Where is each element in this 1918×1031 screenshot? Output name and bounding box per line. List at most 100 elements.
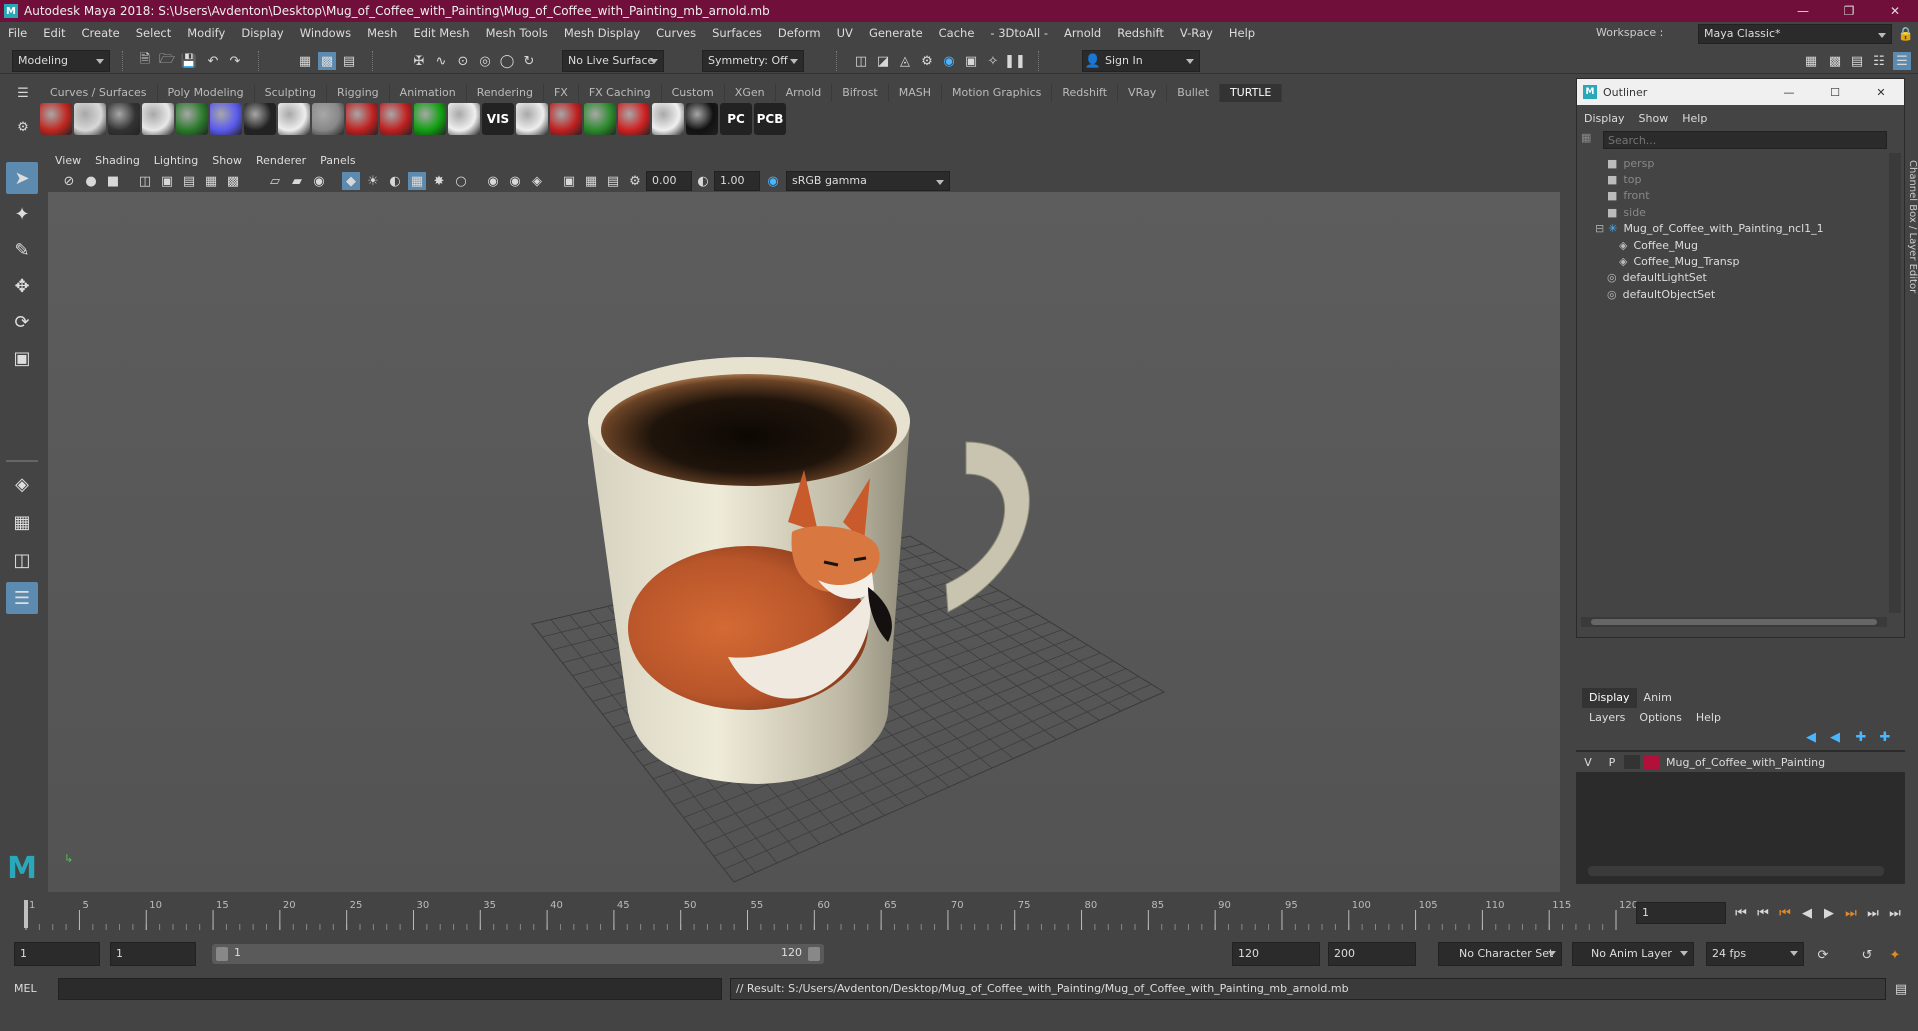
hypershade-icon[interactable]: ◉ xyxy=(940,52,958,70)
shelf-tab-vray[interactable]: VRay xyxy=(1118,84,1168,102)
shelf-tool-icon[interactable] xyxy=(278,103,310,135)
menu-cache[interactable]: Cache xyxy=(931,26,983,40)
shelf-menu-icon[interactable]: ☰ xyxy=(14,84,32,102)
layer-tab-anim[interactable]: Anim xyxy=(1637,688,1679,708)
grid-toggle-icon[interactable]: ▦ xyxy=(202,172,220,190)
hud-icon[interactable]: ▣ xyxy=(560,172,578,190)
camera-select-icon[interactable]: ⊘ xyxy=(60,172,78,190)
step-back-key-icon[interactable]: ⏮ xyxy=(1776,904,1794,922)
shelf-tab-curves-surfaces[interactable]: Curves / Surfaces xyxy=(40,84,158,102)
ipr-render-icon[interactable]: ◬ xyxy=(896,52,914,70)
shelf-tool-icon[interactable] xyxy=(584,103,616,135)
range-start-handle[interactable] xyxy=(216,947,228,961)
shelf-tab-bifrost[interactable]: Bifrost xyxy=(832,84,889,102)
play-forwards-icon[interactable]: ▶ xyxy=(1820,904,1838,922)
outliner-layout-icon[interactable]: ☰ xyxy=(6,582,38,614)
go-to-end-icon[interactable]: ⏭ xyxy=(1886,904,1904,922)
menu-edit[interactable]: Edit xyxy=(35,26,73,40)
move-tool-icon[interactable]: ✥ xyxy=(6,270,38,302)
shelf-tool-icon[interactable] xyxy=(686,103,718,135)
scale-tool-icon[interactable]: ▣ xyxy=(6,342,38,374)
exposure-icon[interactable]: ⚙ xyxy=(626,172,644,190)
xray-active-icon[interactable]: ◈ xyxy=(528,172,546,190)
layer-display-type[interactable] xyxy=(1624,755,1640,769)
viewport-menu-view[interactable]: View xyxy=(48,151,88,171)
shelf-tool-icon[interactable] xyxy=(74,103,106,135)
shelf-tab-bullet[interactable]: Bullet xyxy=(1167,84,1220,102)
fit-view-icon[interactable]: ▦ xyxy=(582,172,600,190)
use-lights-icon[interactable]: ☀ xyxy=(364,172,382,190)
new-scene-icon[interactable]: 🗎 xyxy=(136,52,154,70)
gamma-icon[interactable]: ◐ xyxy=(694,172,712,190)
outliner-search-input[interactable] xyxy=(1603,131,1887,149)
viewport-menu-lighting[interactable]: Lighting xyxy=(147,151,205,171)
anim-layer-dropdown[interactable]: No Anim Layer xyxy=(1572,942,1694,966)
frame-selected-icon[interactable]: ▤ xyxy=(604,172,622,190)
snap-curve-icon[interactable]: ∿ xyxy=(432,52,450,70)
channel-box-icon[interactable]: ☷ xyxy=(1870,52,1888,70)
menu-file[interactable]: File xyxy=(0,26,35,40)
motion-blur-icon[interactable]: ○ xyxy=(452,172,470,190)
fps-dropdown[interactable]: 24 fps xyxy=(1706,942,1804,966)
shelf-tool-icon[interactable] xyxy=(448,103,480,135)
menu-mesh-tools[interactable]: Mesh Tools xyxy=(478,26,556,40)
shelf-tool-icon[interactable]: PCB xyxy=(754,103,786,135)
layer-visibility-toggle[interactable]: V xyxy=(1576,756,1600,769)
lock-icon[interactable]: 🔒 xyxy=(1897,25,1915,43)
new-layer-selected-icon[interactable]: ✚ xyxy=(1876,728,1894,746)
color-space-dropdown[interactable]: sRGB gamma xyxy=(786,171,950,191)
menu-edit-mesh[interactable]: Edit Mesh xyxy=(405,26,477,40)
select-tool-icon[interactable]: ➤ xyxy=(6,162,38,194)
symmetry-field[interactable]: Symmetry: Off xyxy=(702,50,804,72)
render-view-icon[interactable]: ◫ xyxy=(852,52,870,70)
outliner-menu-display[interactable]: Display xyxy=(1577,109,1632,127)
shelf-tool-icon[interactable] xyxy=(312,103,344,135)
command-input[interactable] xyxy=(58,978,722,1000)
layer-playback-toggle[interactable]: P xyxy=(1600,756,1624,769)
viewport-menu-renderer[interactable]: Renderer xyxy=(249,151,313,171)
menu-help[interactable]: Help xyxy=(1221,26,1263,40)
xray-joints-icon[interactable]: ◉ xyxy=(506,172,524,190)
snap-grid-icon[interactable]: ✠ xyxy=(410,52,428,70)
auto-key-icon[interactable]: ↺ xyxy=(1858,946,1876,964)
outliner-menu-help[interactable]: Help xyxy=(1675,109,1714,127)
image-plane-icon[interactable]: ◫ xyxy=(136,172,154,190)
menu-arnold[interactable]: Arnold xyxy=(1056,26,1109,40)
attribute-editor-icon[interactable]: ▩ xyxy=(1826,52,1844,70)
shelf-tab-mash[interactable]: MASH xyxy=(889,84,943,102)
viewport-menu-shading[interactable]: Shading xyxy=(88,151,147,171)
ambient-occlusion-icon[interactable]: ✸ xyxy=(430,172,448,190)
current-frame-field[interactable]: 1 xyxy=(1636,902,1726,924)
shelf-tab-rigging[interactable]: Rigging xyxy=(327,84,390,102)
gamma-field[interactable]: 1.00 xyxy=(714,171,760,191)
script-editor-icon[interactable]: ▤ xyxy=(1892,980,1910,998)
rotate-tool-icon[interactable]: ⟳ xyxy=(6,306,38,338)
coffee-mug-model[interactable] xyxy=(588,357,1030,784)
playblast-icon[interactable]: ✧ xyxy=(984,52,1002,70)
move-layer-down-icon[interactable]: ◀ xyxy=(1826,728,1844,746)
time-slider[interactable]: 1 5 10 15 20 25 30 35 40 45 50 55 60 65 70 75 80 85 90 95 10… xyxy=(0,896,1918,932)
character-set-dropdown[interactable]: No Character Set xyxy=(1438,942,1562,966)
shelf-tab-custom[interactable]: Custom xyxy=(662,84,725,102)
shelf-tool-icon[interactable] xyxy=(346,103,378,135)
menu-create[interactable]: Create xyxy=(74,26,128,40)
shelf-tool-icon[interactable] xyxy=(40,103,72,135)
outliner-horizontal-scrollbar[interactable] xyxy=(1581,617,1887,627)
menu-select[interactable]: Select xyxy=(128,26,179,40)
menu-generate[interactable]: Generate xyxy=(861,26,931,40)
minimize-icon[interactable]: — xyxy=(1780,0,1826,22)
viewport-menu-show[interactable]: Show xyxy=(205,151,249,171)
lasso-tool-icon[interactable]: ✦ xyxy=(6,198,38,230)
shelf-tool-icon[interactable] xyxy=(380,103,412,135)
shelf-tool-icon[interactable] xyxy=(176,103,208,135)
outliner-menu-show[interactable]: Show xyxy=(1632,109,1676,127)
menu-display[interactable]: Display xyxy=(233,26,291,40)
menu-mesh-display[interactable]: Mesh Display xyxy=(556,26,648,40)
timeline-ruler[interactable]: 1 5 10 15 20 25 30 35 40 45 50 55 60 65 70 75 80 85 90 95 10… xyxy=(20,896,1645,932)
shadows-icon[interactable]: ◐ xyxy=(386,172,404,190)
select-hierarchy-icon[interactable]: ▦ xyxy=(296,52,314,70)
menu-redshift[interactable]: Redshift xyxy=(1109,26,1172,40)
animation-start-field[interactable]: 1 xyxy=(14,942,100,966)
animation-end-field[interactable]: 200 xyxy=(1328,942,1416,966)
range-slider[interactable]: 1 120 xyxy=(212,944,824,964)
